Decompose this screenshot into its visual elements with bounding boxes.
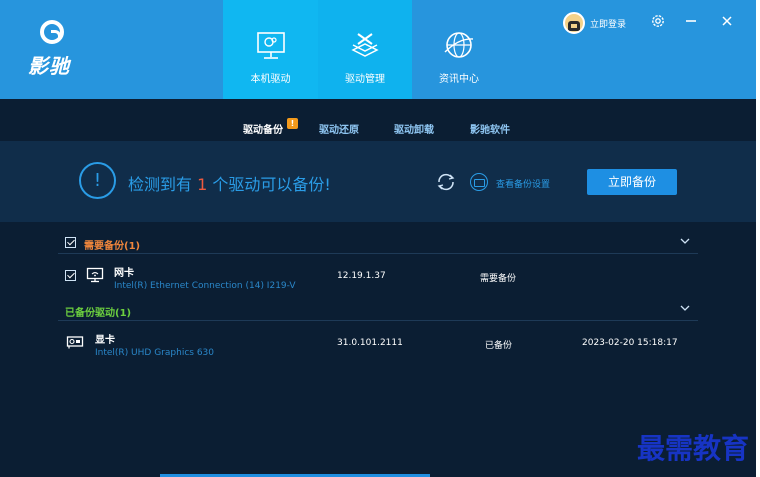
backup-status: 需要备份 — [480, 274, 517, 284]
section-title: 已备份驱动(1) — [65, 308, 132, 319]
gear-icon — [652, 15, 664, 27]
backup-now-button[interactable]: 立即备份 — [587, 169, 677, 195]
driver-version: 12.19.1.37 — [337, 271, 386, 281]
nav-label: 本机驱动 — [250, 74, 291, 85]
backup-date: 2023-02-20 15:18:17 — [582, 338, 678, 348]
tab-galax-software[interactable]: 影驰软件 — [470, 121, 510, 136]
settings-gear-button[interactable] — [649, 12, 667, 30]
nav-local-drivers[interactable]: 本机驱动 — [223, 0, 318, 99]
nav-news-center[interactable]: 资讯中心 — [412, 0, 506, 99]
backup-settings-icon[interactable] — [470, 173, 488, 191]
minimize-button[interactable] — [682, 12, 700, 30]
backup-settings-link[interactable]: 查看备份设置 — [496, 177, 550, 190]
sub-tab-bar: 驱动备份 驱动还原 驱动卸载 影驰软件 — [0, 99, 756, 141]
tab-driver-restore[interactable]: 驱动还原 — [319, 121, 359, 136]
device-name: 网卡 — [114, 268, 134, 279]
close-icon — [722, 16, 732, 26]
nav-driver-management[interactable]: 驱动管理 — [318, 0, 412, 99]
tools-icon — [351, 33, 379, 57]
banner-prefix: 检测到有 — [128, 175, 193, 194]
table-row[interactable]: 显卡 Intel(R) UHD Graphics 630 31.0.101.21… — [58, 323, 698, 365]
logo: 影驰 — [28, 18, 88, 78]
close-button[interactable] — [718, 12, 736, 30]
tab-driver-uninstall[interactable]: 驱动卸载 — [394, 121, 434, 136]
chevron-down-icon[interactable] — [680, 303, 690, 313]
watermark: 最需教育 — [637, 432, 750, 465]
alert-icon: ! — [79, 162, 116, 199]
section-title: 需要备份(1) — [84, 241, 141, 252]
row-checkbox[interactable] — [65, 270, 76, 281]
section-backed-up: 已备份驱动(1) — [58, 299, 698, 321]
device-description: Intel(R) UHD Graphics 630 — [95, 348, 214, 358]
nav-label: 驱动管理 — [345, 74, 385, 85]
app-window: 影驰 本机驱动 驱动管理 资讯中心 立即登录 驱动备份 驱动还原 驱动卸载 影驰… — [0, 0, 756, 477]
status-banner: ! 检测到有 1 个驱动可以备份! 查看备份设置 立即备份 — [0, 141, 756, 222]
section-needs-backup: 需要备份(1) — [58, 232, 698, 254]
minimize-icon — [686, 20, 696, 22]
graphics-card-icon — [66, 336, 84, 349]
backup-status: 已备份 — [485, 341, 513, 351]
logo-icon — [40, 20, 64, 44]
nav-label: 资讯中心 — [439, 74, 479, 85]
device-name: 显卡 — [95, 335, 115, 346]
banner-message: 检测到有 1 个驱动可以备份! — [128, 171, 331, 195]
network-card-icon — [86, 267, 104, 283]
tab-notification-badge: ! — [287, 118, 298, 129]
banner-count: 1 — [197, 175, 208, 194]
section-checkbox[interactable] — [65, 237, 76, 248]
monitor-icon — [256, 32, 285, 59]
table-row[interactable]: 网卡 Intel(R) Ethernet Connection (14) I21… — [58, 256, 698, 298]
refresh-icon[interactable] — [435, 171, 457, 193]
device-description: Intel(R) Ethernet Connection (14) I219-V — [114, 281, 296, 291]
tab-driver-backup[interactable]: 驱动备份 — [243, 121, 283, 136]
login-label: 立即登录 — [590, 19, 627, 30]
driver-version: 31.0.101.2111 — [337, 338, 403, 348]
header-bar: 影驰 本机驱动 驱动管理 资讯中心 立即登录 — [0, 0, 756, 99]
banner-suffix: 个驱动可以备份! — [212, 175, 331, 194]
avatar — [563, 12, 585, 34]
logo-text: 影驰 — [28, 54, 70, 78]
chevron-down-icon[interactable] — [680, 236, 690, 246]
login-button[interactable]: 立即登录 — [563, 11, 626, 35]
globe-icon — [444, 32, 474, 58]
